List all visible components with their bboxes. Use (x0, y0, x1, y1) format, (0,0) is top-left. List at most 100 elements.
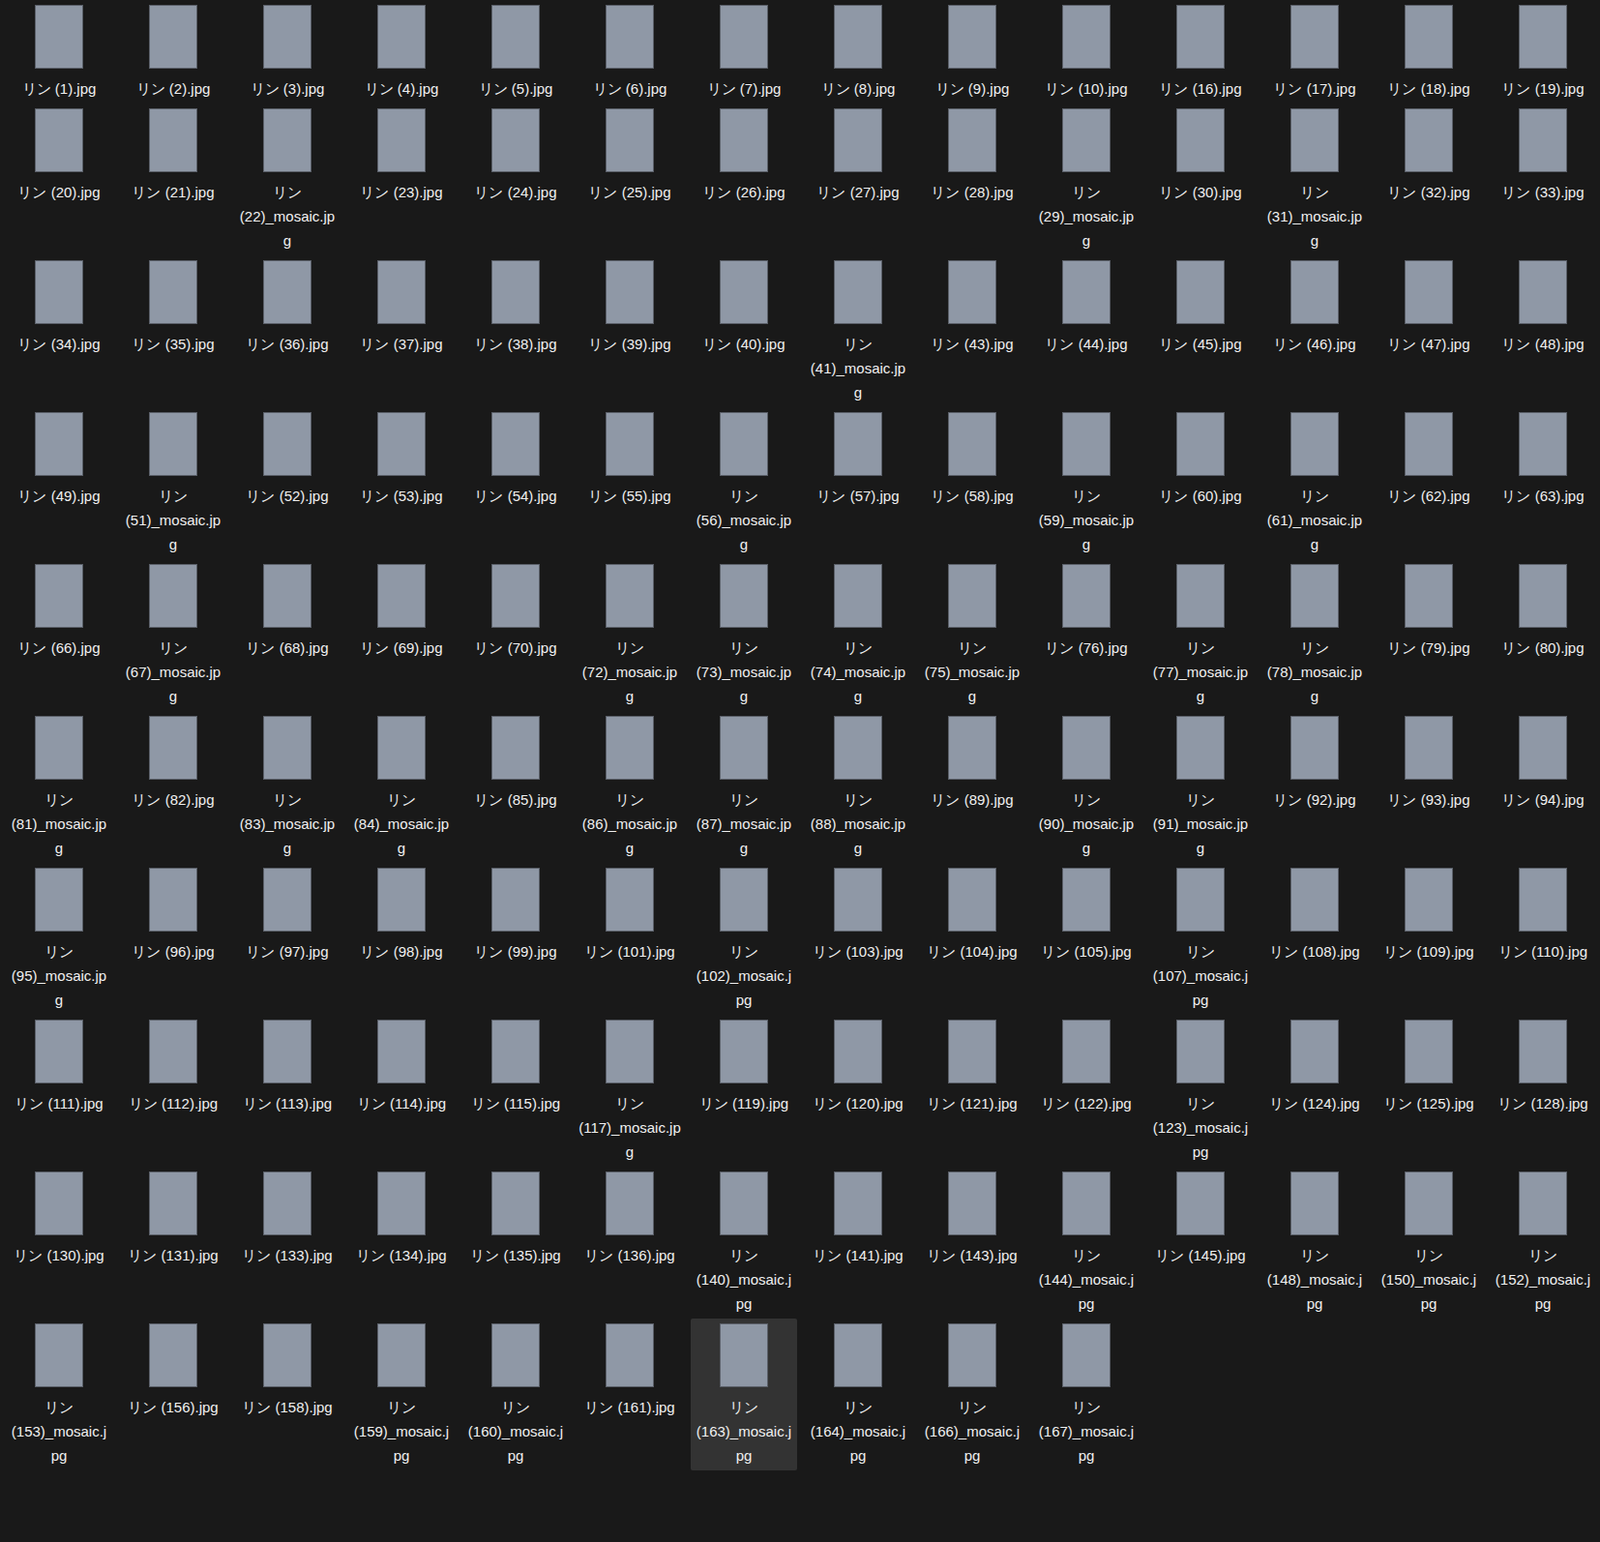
file-item[interactable]: リン (115).jpg (462, 1014, 569, 1119)
file-item[interactable]: リン (102)_mosaic.jpg (690, 862, 798, 1015)
file-item[interactable]: リン (90)_mosaic.jpg (1033, 711, 1140, 863)
file-item[interactable]: リン (125).jpg (1375, 1014, 1482, 1119)
file-item[interactable]: リン (18).jpg (1375, 0, 1482, 104)
file-item[interactable]: リン (77)_mosaic.jpg (1147, 559, 1254, 712)
file-item[interactable]: リン (46).jpg (1261, 255, 1368, 359)
file-item[interactable]: リン (160)_mosaic.jpg (462, 1318, 569, 1471)
file-item[interactable]: リン (112).jpg (119, 1014, 227, 1119)
file-item[interactable]: リン (29)_mosaic.jpg (1033, 103, 1140, 256)
file-item[interactable]: リン (113).jpg (234, 1014, 341, 1119)
file-item[interactable]: リン (141).jpg (804, 1166, 912, 1271)
file-item[interactable]: リン (52).jpg (234, 407, 341, 511)
file-item[interactable]: リン (81)_mosaic.jpg (5, 711, 113, 863)
file-item[interactable]: リン (44).jpg (1033, 255, 1140, 359)
file-item[interactable]: リン (74)_mosaic.jpg (804, 559, 912, 712)
file-item[interactable]: リン (17).jpg (1261, 0, 1368, 104)
file-item[interactable]: リン (58).jpg (918, 407, 1026, 511)
file-item[interactable]: リン (70).jpg (462, 559, 569, 663)
file-item[interactable]: リン (150)_mosaic.jpg (1375, 1166, 1482, 1319)
file-item[interactable]: リン (92).jpg (1261, 711, 1368, 815)
file-item[interactable]: リン (59)_mosaic.jpg (1033, 407, 1140, 560)
file-item[interactable]: リン (76).jpg (1033, 559, 1140, 663)
file-item[interactable]: リン (163)_mosaic.jpg (690, 1318, 798, 1471)
file-item[interactable]: リン (97).jpg (234, 862, 341, 967)
file-item[interactable]: リン (69).jpg (348, 559, 455, 663)
file-item[interactable]: リン (128).jpg (1489, 1014, 1597, 1119)
file-item[interactable]: リン (54).jpg (462, 407, 569, 511)
file-item[interactable]: リン (105).jpg (1033, 862, 1140, 967)
file-item[interactable]: リン (140)_mosaic.jpg (690, 1166, 798, 1319)
file-item[interactable]: リン (9).jpg (918, 0, 1026, 104)
file-item[interactable]: リン (93).jpg (1375, 711, 1482, 815)
file-item[interactable]: リン (45).jpg (1147, 255, 1254, 359)
file-item[interactable]: リン (122).jpg (1033, 1014, 1140, 1119)
file-item[interactable]: リン (164)_mosaic.jpg (804, 1318, 912, 1471)
file-item[interactable]: リン (4).jpg (348, 0, 455, 104)
file-item[interactable]: リン (104).jpg (918, 862, 1026, 967)
file-item[interactable]: リン (124).jpg (1261, 1014, 1368, 1119)
file-item[interactable]: リン (103).jpg (804, 862, 912, 967)
file-item[interactable]: リン (40).jpg (690, 255, 798, 359)
file-item[interactable]: リン (84)_mosaic.jpg (348, 711, 455, 863)
file-item[interactable]: リン (134).jpg (348, 1166, 455, 1271)
file-item[interactable]: リン (123)_mosaic.jpg (1147, 1014, 1254, 1167)
file-item[interactable]: リン (153)_mosaic.jpg (5, 1318, 113, 1471)
file-item[interactable]: リン (8).jpg (804, 0, 912, 104)
file-item[interactable]: リン (72)_mosaic.jpg (576, 559, 683, 712)
file-item[interactable]: リン (101).jpg (576, 862, 683, 967)
file-item[interactable]: リン (37).jpg (348, 255, 455, 359)
file-item[interactable]: リン (98).jpg (348, 862, 455, 967)
file-item[interactable]: リン (114).jpg (348, 1014, 455, 1119)
file-item[interactable]: リン (31)_mosaic.jpg (1261, 103, 1368, 256)
file-item[interactable]: リン (26).jpg (690, 103, 798, 208)
file-item[interactable]: リン (91)_mosaic.jpg (1147, 711, 1254, 863)
file-item[interactable]: リン (68).jpg (234, 559, 341, 663)
file-item[interactable]: リン (66).jpg (5, 559, 113, 663)
file-item[interactable]: リン (34).jpg (5, 255, 113, 359)
file-item[interactable]: リン (119).jpg (690, 1014, 798, 1119)
file-item[interactable]: リン (21).jpg (119, 103, 227, 208)
file-item[interactable]: リン (39).jpg (576, 255, 683, 359)
file-item[interactable]: リン (96).jpg (119, 862, 227, 967)
file-item[interactable]: リン (60).jpg (1147, 407, 1254, 511)
file-item[interactable]: リン (152)_mosaic.jpg (1489, 1166, 1597, 1319)
file-item[interactable]: リン (143).jpg (918, 1166, 1026, 1271)
file-item[interactable]: リン (47).jpg (1375, 255, 1482, 359)
file-item[interactable]: リン (53).jpg (348, 407, 455, 511)
file-item[interactable]: リン (24).jpg (462, 103, 569, 208)
file-item[interactable]: リン (23).jpg (348, 103, 455, 208)
file-item[interactable]: リン (148)_mosaic.jpg (1261, 1166, 1368, 1319)
file-item[interactable]: リン (43).jpg (918, 255, 1026, 359)
file-item[interactable]: リン (1).jpg (5, 0, 113, 104)
file-item[interactable]: リン (33).jpg (1489, 103, 1597, 208)
file-item[interactable]: リン (28).jpg (918, 103, 1026, 208)
file-item[interactable]: リン (87)_mosaic.jpg (690, 711, 798, 863)
file-item[interactable]: リン (36).jpg (234, 255, 341, 359)
file-item[interactable]: リン (144)_mosaic.jpg (1033, 1166, 1140, 1319)
file-item[interactable]: リン (130).jpg (5, 1166, 113, 1271)
file-item[interactable]: リン (83)_mosaic.jpg (234, 711, 341, 863)
file-item[interactable]: リン (20).jpg (5, 103, 113, 208)
file-item[interactable]: リン (67)_mosaic.jpg (119, 559, 227, 712)
file-item[interactable]: リン (49).jpg (5, 407, 113, 511)
file-item[interactable]: リン (2).jpg (119, 0, 227, 104)
file-item[interactable]: リン (117)_mosaic.jpg (576, 1014, 683, 1167)
file-item[interactable]: リン (80).jpg (1489, 559, 1597, 663)
file-item[interactable]: リン (10).jpg (1033, 0, 1140, 104)
file-item[interactable]: リン (22)_mosaic.jpg (234, 103, 341, 256)
file-item[interactable]: リン (86)_mosaic.jpg (576, 711, 683, 863)
file-item[interactable]: リン (167)_mosaic.jpg (1033, 1318, 1140, 1471)
file-item[interactable]: リン (56)_mosaic.jpg (690, 407, 798, 560)
file-item[interactable]: リン (41)_mosaic.jpg (804, 255, 912, 408)
file-item[interactable]: リン (107)_mosaic.jpg (1147, 862, 1254, 1015)
file-item[interactable]: リン (57).jpg (804, 407, 912, 511)
file-item[interactable]: リン (5).jpg (462, 0, 569, 104)
file-item[interactable]: リン (73)_mosaic.jpg (690, 559, 798, 712)
file-item[interactable]: リン (16).jpg (1147, 0, 1254, 104)
file-item[interactable]: リン (156).jpg (119, 1318, 227, 1423)
file-item[interactable]: リン (110).jpg (1489, 862, 1597, 967)
file-item[interactable]: リン (145).jpg (1147, 1166, 1254, 1271)
file-item[interactable]: リン (7).jpg (690, 0, 798, 104)
file-item[interactable]: リン (32).jpg (1375, 103, 1482, 208)
file-item[interactable]: リン (48).jpg (1489, 255, 1597, 359)
